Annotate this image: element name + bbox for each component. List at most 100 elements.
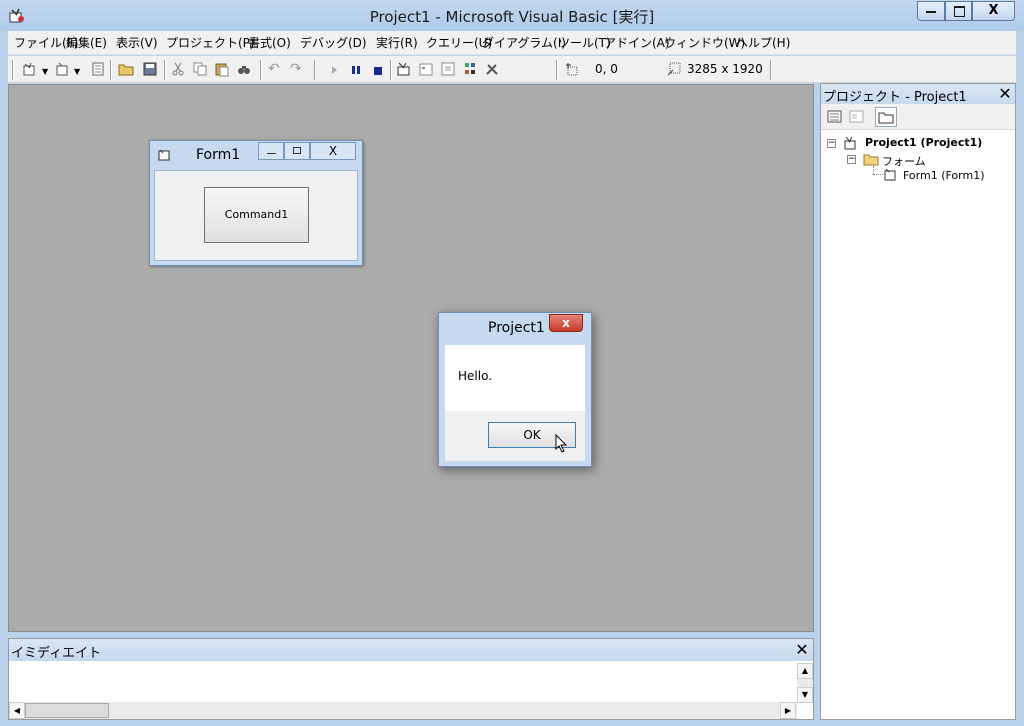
form1-maximize-button[interactable]: [284, 142, 310, 160]
project-explorer-header: プロジェクト - Project1 ✕: [821, 84, 1015, 105]
break-icon[interactable]: [348, 61, 364, 77]
mdi-client-area: [8, 84, 814, 632]
add-project-icon[interactable]: [22, 61, 38, 77]
toolbar-separator: [164, 60, 166, 80]
toolbar-separator: [556, 60, 558, 80]
msgbox-close-button[interactable]: x: [549, 314, 583, 332]
immediate-window: イミディエイト ✕ ▲ ▼ ◀ ▶: [8, 638, 814, 720]
add-form-icon[interactable]: [54, 61, 70, 77]
tree-collapse-toggle[interactable]: −: [827, 139, 836, 148]
redo-icon[interactable]: ↷: [290, 61, 306, 77]
form1-window[interactable]: Form1 X Command1: [149, 140, 363, 266]
close-button[interactable]: X: [972, 1, 1015, 21]
menu-debug[interactable]: デバッグ(D): [300, 34, 367, 51]
form-layout-icon[interactable]: [440, 61, 456, 77]
cut-icon[interactable]: [170, 61, 186, 77]
toggle-folders-button[interactable]: [875, 107, 897, 127]
project-icon: [843, 136, 859, 150]
undo-icon[interactable]: ↶: [268, 61, 284, 77]
project-explorer-title: プロジェクト - Project1: [823, 90, 967, 105]
start-icon[interactable]: [326, 61, 342, 77]
close-icon: X: [988, 3, 999, 18]
tree-item-forms-folder[interactable]: フォーム: [882, 153, 926, 169]
close-icon: X: [328, 144, 338, 158]
form1-close-button[interactable]: X: [310, 142, 356, 160]
folder-icon: [878, 112, 894, 124]
maximize-icon: [293, 147, 301, 154]
copy-icon[interactable]: [192, 61, 208, 77]
menu-window[interactable]: ウィンドウ(W): [664, 34, 745, 51]
message-box[interactable]: Project1 x Hello. OK: [438, 312, 592, 467]
menu-bar: ファイル(F) 編集(E) 表示(V) プロジェクト(P) 書式(O) デバッグ…: [8, 31, 1016, 55]
maximize-button[interactable]: [945, 1, 972, 21]
paste-icon[interactable]: [214, 61, 230, 77]
mouse-cursor-icon: [555, 433, 569, 454]
close-icon: ✕: [795, 640, 809, 659]
menu-run[interactable]: 実行(R): [376, 34, 418, 51]
menu-project[interactable]: プロジェクト(P): [166, 34, 255, 51]
scroll-up-button[interactable]: ▲: [797, 663, 813, 679]
toolbox-icon[interactable]: [484, 61, 500, 77]
tree-connector-line: [873, 166, 874, 174]
command1-button[interactable]: Command1: [204, 187, 309, 243]
menu-help[interactable]: ヘルプ(H): [736, 34, 790, 51]
size-icon: [666, 61, 682, 77]
object-browser-icon[interactable]: [462, 61, 478, 77]
form1-client-area: Command1: [154, 170, 358, 261]
chevron-down-icon[interactable]: ▼: [74, 67, 80, 76]
menu-view[interactable]: 表示(V): [116, 34, 158, 51]
menu-addins[interactable]: アドイン(A): [604, 34, 670, 51]
position-readout: 0, 0: [595, 62, 618, 76]
project-explorer-icon[interactable]: [396, 61, 412, 77]
close-icon: x: [562, 316, 570, 330]
form1-title: Form1: [196, 147, 241, 163]
view-object-icon[interactable]: [849, 110, 865, 124]
vertical-scrollbar[interactable]: ▲ ▼: [797, 663, 813, 703]
tree-collapse-toggle[interactable]: −: [847, 155, 856, 164]
view-code-icon[interactable]: [827, 110, 843, 124]
title-bar: Project1 - Microsoft Visual Basic [実行] X: [0, 0, 1024, 31]
stop-icon[interactable]: [370, 61, 386, 77]
minimize-icon: [926, 11, 936, 13]
horizontal-scrollbar[interactable]: ◀ ▶: [9, 702, 797, 719]
scroll-down-button[interactable]: ▼: [797, 687, 813, 703]
minimize-icon: [267, 153, 276, 154]
toolbar-separator: [390, 60, 392, 80]
project-explorer-panel: プロジェクト - Project1 ✕ − Project1 (Project1…: [820, 83, 1016, 720]
menu-tools[interactable]: ツール(T): [558, 34, 611, 51]
immediate-window-header: イミディエイト ✕: [9, 639, 813, 661]
menu-diagram[interactable]: ダイアグラム(I): [482, 34, 566, 51]
immediate-window-close-button[interactable]: ✕: [792, 639, 812, 661]
horizontal-scroll-thumb[interactable]: [25, 703, 109, 718]
maximize-icon: [954, 6, 965, 17]
tree-item-form1[interactable]: Form1 (Form1): [903, 169, 985, 182]
folder-icon: [863, 152, 879, 166]
toolbar-separator: [770, 60, 772, 80]
save-icon[interactable]: [142, 61, 158, 77]
msgbox-title: Project1: [488, 320, 545, 336]
form1-minimize-button[interactable]: [258, 142, 284, 160]
open-folder-icon[interactable]: [118, 61, 134, 77]
tree-connector-line: [873, 174, 883, 175]
project-explorer-close-button[interactable]: ✕: [995, 84, 1015, 104]
close-icon: ✕: [998, 84, 1012, 103]
project-explorer-toolbar: [821, 104, 1015, 130]
chevron-down-icon[interactable]: ▼: [42, 67, 48, 76]
size-readout: 3285 x 1920: [687, 62, 763, 76]
msgbox-body: Hello.: [445, 345, 585, 411]
immediate-window-title: イミディエイト: [11, 646, 102, 661]
menu-format[interactable]: 書式(O): [248, 34, 291, 51]
scroll-left-button[interactable]: ◀: [9, 702, 25, 719]
scroll-right-button[interactable]: ▶: [780, 702, 796, 719]
form-icon: [883, 168, 899, 182]
properties-window-icon[interactable]: [418, 61, 434, 77]
standard-toolbar: ▼ ▼ ↶ ↷ 0, 0 3285 x 1920: [8, 56, 1016, 83]
menu-editor-icon[interactable]: [90, 61, 106, 77]
toolbar-separator: [314, 60, 316, 80]
find-icon[interactable]: [236, 61, 252, 77]
tree-item-project[interactable]: Project1 (Project1): [865, 136, 982, 149]
immediate-input-area[interactable]: [9, 662, 796, 702]
window-title: Project1 - Microsoft Visual Basic [実行]: [369, 8, 655, 26]
menu-edit[interactable]: 編集(E): [66, 34, 107, 51]
minimize-button[interactable]: [917, 1, 945, 21]
